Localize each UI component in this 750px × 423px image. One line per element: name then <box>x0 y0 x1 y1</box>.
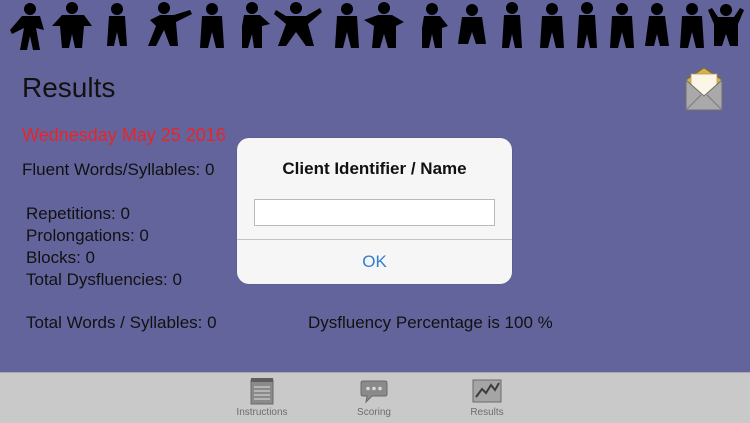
client-name-input[interactable] <box>254 199 495 226</box>
ok-button[interactable]: OK <box>237 240 512 284</box>
dialog-title: Client Identifier / Name <box>282 159 467 178</box>
client-identifier-dialog: Client Identifier / Name OK <box>237 138 512 284</box>
